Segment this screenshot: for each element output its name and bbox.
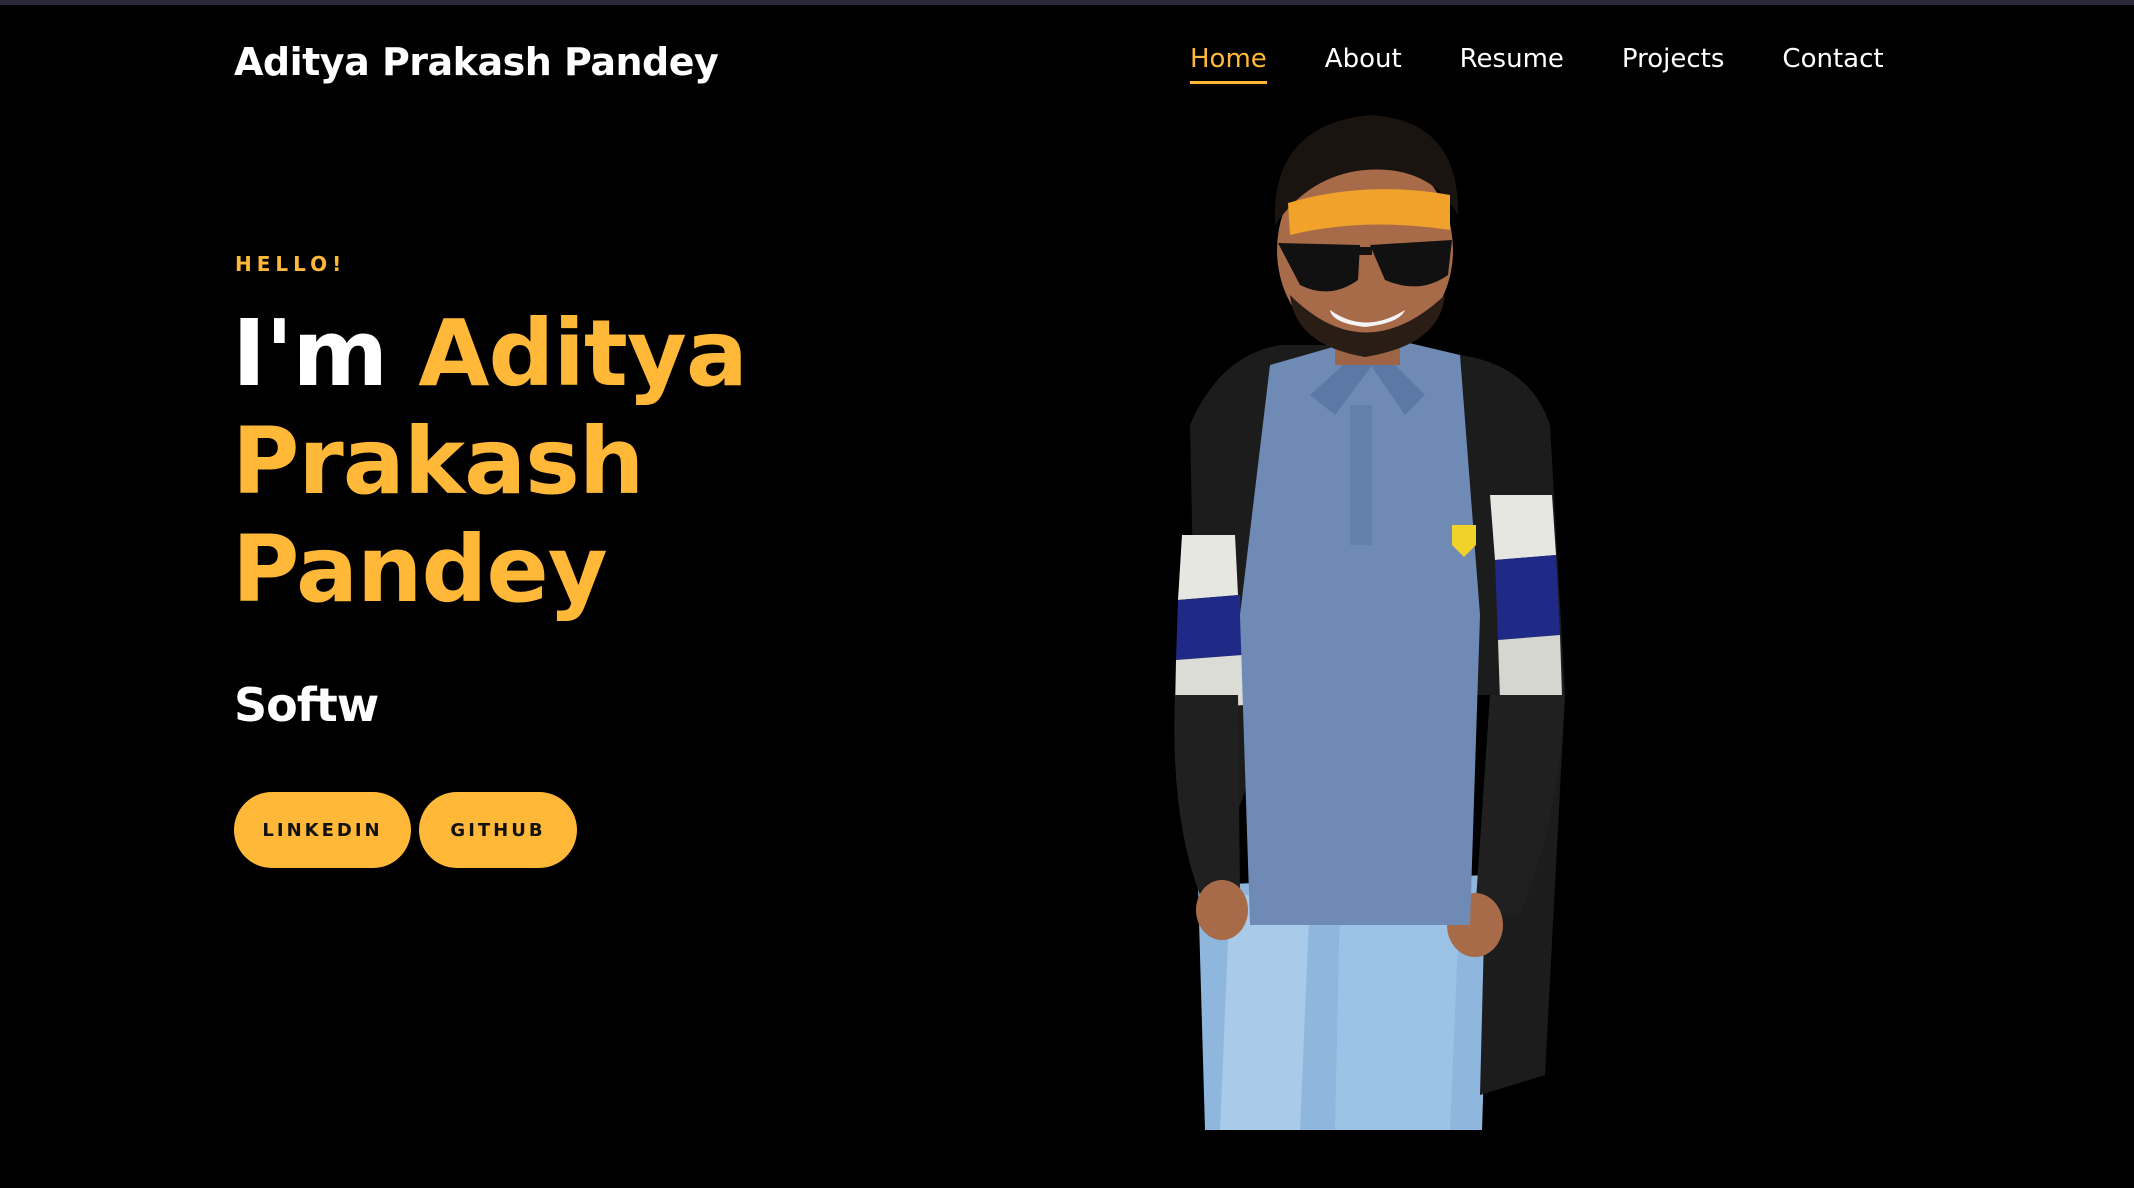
portfolio-page: Aditya Prakash Pandey Home About Resume … [0,0,2134,1188]
nav-projects-label: Projects [1621,44,1725,74]
social-buttons: LINKEDIN GITHUB [234,792,577,868]
profile-photo [1160,95,1720,1130]
nav-contact[interactable]: Contact [1782,44,1883,82]
nav-home-label: Home [1190,44,1267,74]
main-nav: Home About Resume Projects Contact [1190,44,1884,84]
hero-greeting: HELLO! [235,252,347,276]
hero-title: I'm Aditya Prakash Pandey [232,300,792,624]
nav-contact-label: Contact [1782,44,1884,74]
nav-home[interactable]: Home [1190,44,1267,84]
nav-resume[interactable]: Resume [1460,44,1564,82]
linkedin-button[interactable]: LINKEDIN [234,792,411,868]
site-brand[interactable]: Aditya Prakash Pandey [234,40,719,84]
nav-about[interactable]: About [1325,44,1402,82]
nav-active-underline [1190,81,1267,84]
github-button[interactable]: GITHUB [419,792,577,868]
hero-title-prefix: I'm [232,300,388,407]
nav-resume-label: Resume [1459,44,1564,74]
nav-projects[interactable]: Projects [1622,44,1725,82]
person-photo-icon [1174,115,1565,1130]
hero-role-typewriter: Softw [234,678,379,732]
nav-about-label: About [1324,44,1402,74]
browser-top-strip [0,0,2134,5]
